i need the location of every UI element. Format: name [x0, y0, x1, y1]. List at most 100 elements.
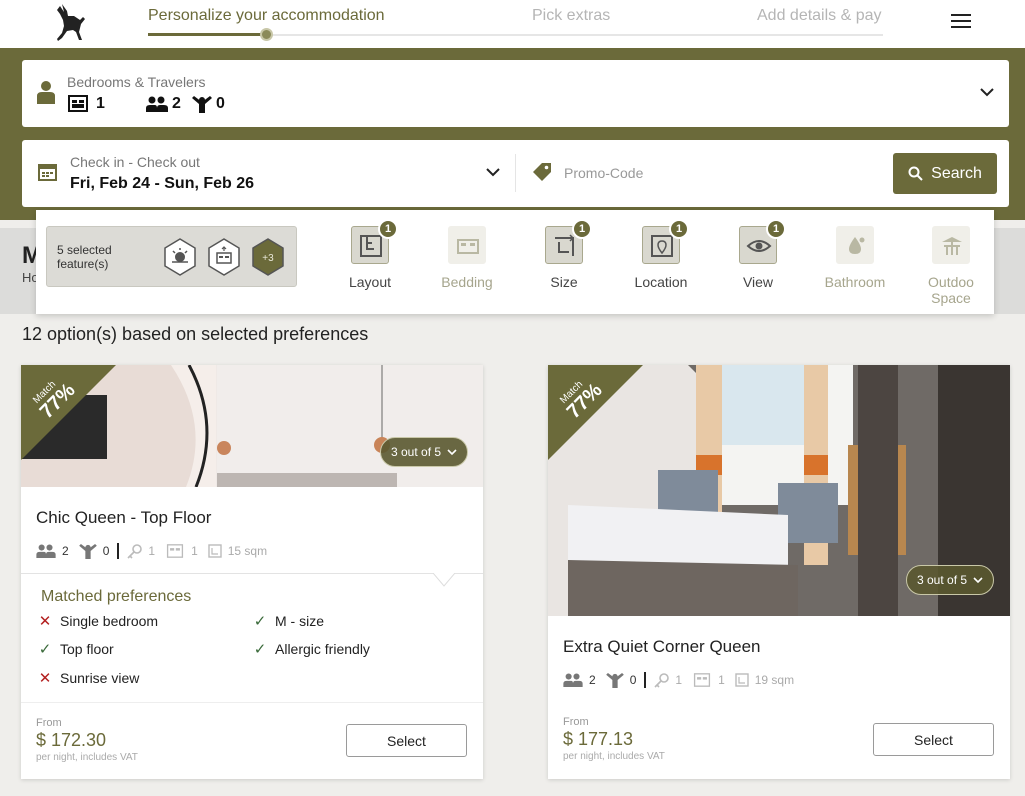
room-card: Match 77% 3 out of 5 Extra Quiet Corner …	[548, 365, 1010, 779]
photo-count-dropdown[interactable]: 3 out of 5	[906, 565, 995, 595]
feature-view-badge: 1	[766, 219, 786, 239]
search-button[interactable]: Search	[893, 153, 997, 194]
adults-icon	[36, 544, 56, 558]
children-count: 0	[629, 673, 637, 687]
child-icon	[78, 543, 97, 559]
travelers-selector[interactable]: Bedrooms & Travelers 1 2 0	[22, 60, 1009, 127]
pref-item: ✓ M - size	[253, 612, 324, 630]
pref-item: ✕ Single bedroom	[38, 612, 158, 630]
photo-count-dropdown[interactable]: 3 out of 5	[380, 437, 469, 467]
feature-size[interactable]: 1 Size	[524, 219, 604, 290]
feature-location-badge: 1	[669, 219, 689, 239]
feature-bathroom-label: Bathroom	[824, 274, 886, 290]
matched-preferences: Matched preferences ✕ Single bedroom ✓ M…	[21, 573, 483, 687]
room-size: 19 sqm	[754, 673, 795, 687]
pref-label: Allergic friendly	[275, 641, 370, 657]
feature-layout-label: Layout	[348, 274, 392, 290]
top-header: Personalize your accommodation Pick extr…	[0, 0, 1025, 48]
feature-bedding[interactable]: Bedding	[427, 226, 507, 290]
pref-item: ✓ Allergic friendly	[253, 640, 370, 658]
beds-count: 1	[718, 673, 725, 687]
promo-code-input[interactable]: Promo-Code	[564, 165, 643, 181]
check-icon: ✓	[38, 641, 52, 658]
feature-bedding-label: Bedding	[441, 274, 493, 290]
more-features-label: +3	[262, 253, 274, 264]
dates-value[interactable]: Fri, Feb 24 - Sun, Feb 26	[70, 175, 254, 193]
bed-icon	[68, 95, 88, 112]
feature-outdoor-space[interactable]: Outdoo Space	[911, 226, 991, 306]
bedding-icon	[457, 239, 479, 254]
price-note: per night, includes VAT	[36, 752, 138, 763]
chevron-down-icon	[447, 448, 457, 455]
menu-icon[interactable]	[951, 14, 971, 28]
bed-icon	[166, 544, 184, 558]
deer-logo-icon[interactable]	[52, 2, 88, 42]
step-add-details[interactable]: Add details & pay	[757, 7, 882, 25]
children-count: 0	[102, 544, 110, 558]
feature-view[interactable]: 1 View	[718, 219, 798, 290]
room-photo[interactable]: Match 77% 3 out of 5	[21, 365, 483, 487]
price-note: per night, includes VAT	[563, 751, 665, 762]
price-value: $ 172.30	[36, 730, 107, 750]
feature-bathroom[interactable]: Bathroom	[815, 226, 895, 290]
photo-count-label: 3 out of 5	[391, 445, 442, 459]
from-label: From	[36, 717, 62, 729]
more-features-hex-icon[interactable]: +3	[251, 238, 285, 276]
room-photo[interactable]: Match 77% 3 out of 5	[548, 365, 1010, 616]
feature-location[interactable]: 1 Location	[621, 219, 701, 290]
matched-title: Matched preferences	[41, 588, 192, 605]
room-specs: 2 0 1 1 15 sqm	[36, 541, 267, 561]
selected-features-box[interactable]: 5 selected feature(s) +3	[46, 226, 297, 287]
keys-count: 1	[675, 673, 683, 687]
calendar-icon	[38, 164, 57, 181]
key-icon	[127, 543, 143, 559]
room-size: 15 sqm	[227, 544, 268, 558]
chevron-down-icon[interactable]	[980, 88, 994, 97]
photo-count-label: 3 out of 5	[917, 573, 968, 587]
check-icon: ✓	[253, 641, 267, 658]
price-area: From $ 177.13 per night, includes VAT Se…	[548, 702, 1010, 779]
outdoor-table-icon	[942, 237, 962, 255]
children-count: 0	[216, 95, 225, 112]
tag-icon	[533, 163, 551, 181]
progress-fill	[148, 33, 266, 36]
room-size-icon	[208, 544, 222, 558]
step-personalize[interactable]: Personalize your accommodation	[148, 7, 385, 25]
pref-label: Single bedroom	[60, 613, 159, 629]
select-button[interactable]: Select	[873, 723, 994, 756]
feature-size-label: Size	[550, 274, 578, 290]
key-icon	[654, 672, 670, 688]
select-button[interactable]: Select	[346, 724, 467, 757]
pref-item: ✕ Sunrise view	[38, 669, 140, 687]
adults-count: 2	[589, 673, 596, 687]
dates-label: Check in - Check out	[70, 154, 200, 170]
chevron-down-icon	[973, 576, 983, 583]
room-title[interactable]: Extra Quiet Corner Queen	[563, 637, 760, 657]
feature-layout-badge: 1	[378, 219, 398, 239]
pref-label: Top floor	[60, 641, 114, 657]
step-pick-extras[interactable]: Pick extras	[532, 7, 610, 25]
room-title[interactable]: Chic Queen - Top Floor	[36, 508, 211, 528]
water-drop-icon	[849, 237, 865, 254]
price-area: From $ 172.30 per night, includes VAT Se…	[21, 702, 483, 779]
bed-icon	[693, 673, 711, 687]
bedrooms-count: 1	[96, 95, 105, 112]
cross-icon: ✕	[38, 613, 52, 630]
feature-layout[interactable]: 1 Layout	[330, 219, 410, 290]
chevron-down-icon[interactable]	[486, 168, 500, 177]
search-icon	[908, 166, 923, 181]
search-button-label: Search	[931, 164, 982, 182]
date-promo-bar: Check in - Check out Fri, Feb 24 - Sun, …	[22, 140, 1009, 207]
beds-count: 1	[191, 544, 198, 558]
check-icon: ✓	[253, 613, 267, 630]
feature-size-badge: 1	[572, 219, 592, 239]
feature-outdoor-space-label: Outdoo Space	[928, 274, 974, 306]
feature-view-label: View	[742, 274, 774, 290]
cross-icon: ✕	[38, 670, 52, 687]
child-icon	[192, 96, 212, 113]
collapse-caret-icon[interactable]	[433, 573, 455, 587]
pref-label: Sunrise view	[60, 670, 140, 686]
room-specs: 2 0 1 1 19 sqm	[563, 670, 794, 690]
feature-location-label: Location	[634, 274, 688, 290]
sunrise-hex-icon	[164, 238, 196, 276]
